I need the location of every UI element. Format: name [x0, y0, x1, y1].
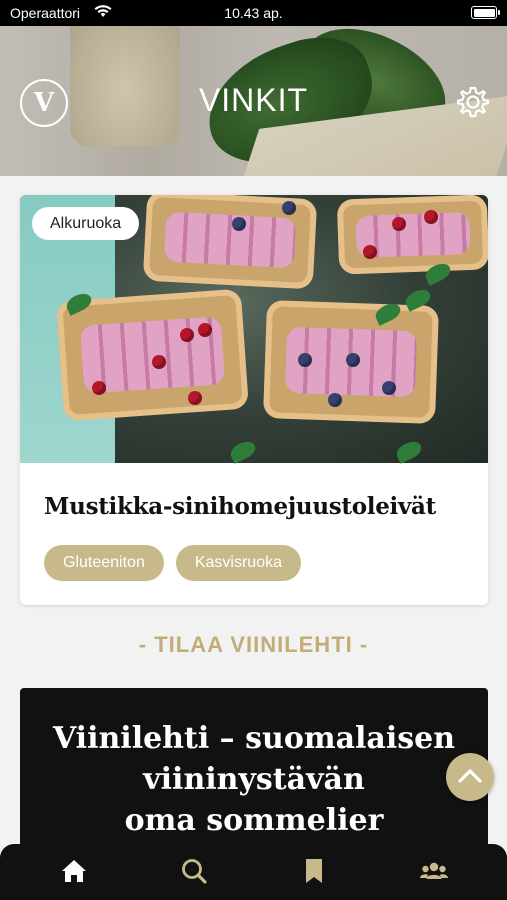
promo-banner[interactable]: Viinilehti – suomalaisen viininystävän o… [20, 688, 488, 868]
redcurrant [92, 381, 106, 395]
blueberry [232, 217, 246, 231]
blueberry [382, 381, 396, 395]
redcurrant [152, 355, 166, 369]
redcurrant [363, 245, 377, 259]
tab-bar [0, 844, 507, 900]
scroll-to-top-button[interactable] [446, 753, 494, 801]
recipe-card[interactable]: Alkuruoka Mustikka-sinihomejuustoleivät … [20, 195, 488, 605]
tag-vegetarian[interactable]: Kasvisruoka [175, 545, 301, 581]
settings-gear-icon[interactable] [455, 84, 491, 120]
redcurrant [392, 217, 406, 231]
search-icon[interactable] [179, 856, 209, 886]
header-banner: V VINKIT [0, 26, 507, 176]
bookmark-icon[interactable] [299, 856, 329, 886]
subscribe-heading: - TILAA VIINILEHTI - [138, 632, 369, 657]
category-badge: Alkuruoka [32, 207, 140, 240]
blueberry [298, 353, 312, 367]
promo-text: Viinilehti – suomalaisen viininystävän o… [20, 718, 488, 841]
blueberry [346, 353, 360, 367]
redcurrant [188, 391, 202, 405]
tag-gluten-free[interactable]: Gluteeniton [44, 545, 164, 581]
promo-line-2: viininystävän [143, 762, 365, 797]
tag-list: Gluteeniton Kasvisruoka [44, 545, 301, 581]
clock: 10.43 ap. [224, 5, 283, 21]
chevron-up-icon [458, 769, 482, 783]
promo-line-1: Viinilehti – suomalaisen [52, 721, 456, 756]
recipe-title[interactable]: Mustikka-sinihomejuustoleivät [44, 493, 468, 520]
blueberry [282, 201, 296, 215]
redcurrant [180, 328, 194, 342]
battery-icon [471, 6, 500, 19]
promo-line-3: oma sommelier [124, 803, 384, 838]
blueberry [328, 393, 342, 407]
page-title: VINKIT [198, 82, 309, 118]
home-icon[interactable] [59, 856, 89, 886]
toast-image [336, 195, 488, 275]
community-icon[interactable] [419, 856, 449, 886]
redcurrant [424, 210, 438, 224]
redcurrant [198, 323, 212, 337]
status-bar: Operaattori 10.43 ap. [0, 0, 507, 26]
